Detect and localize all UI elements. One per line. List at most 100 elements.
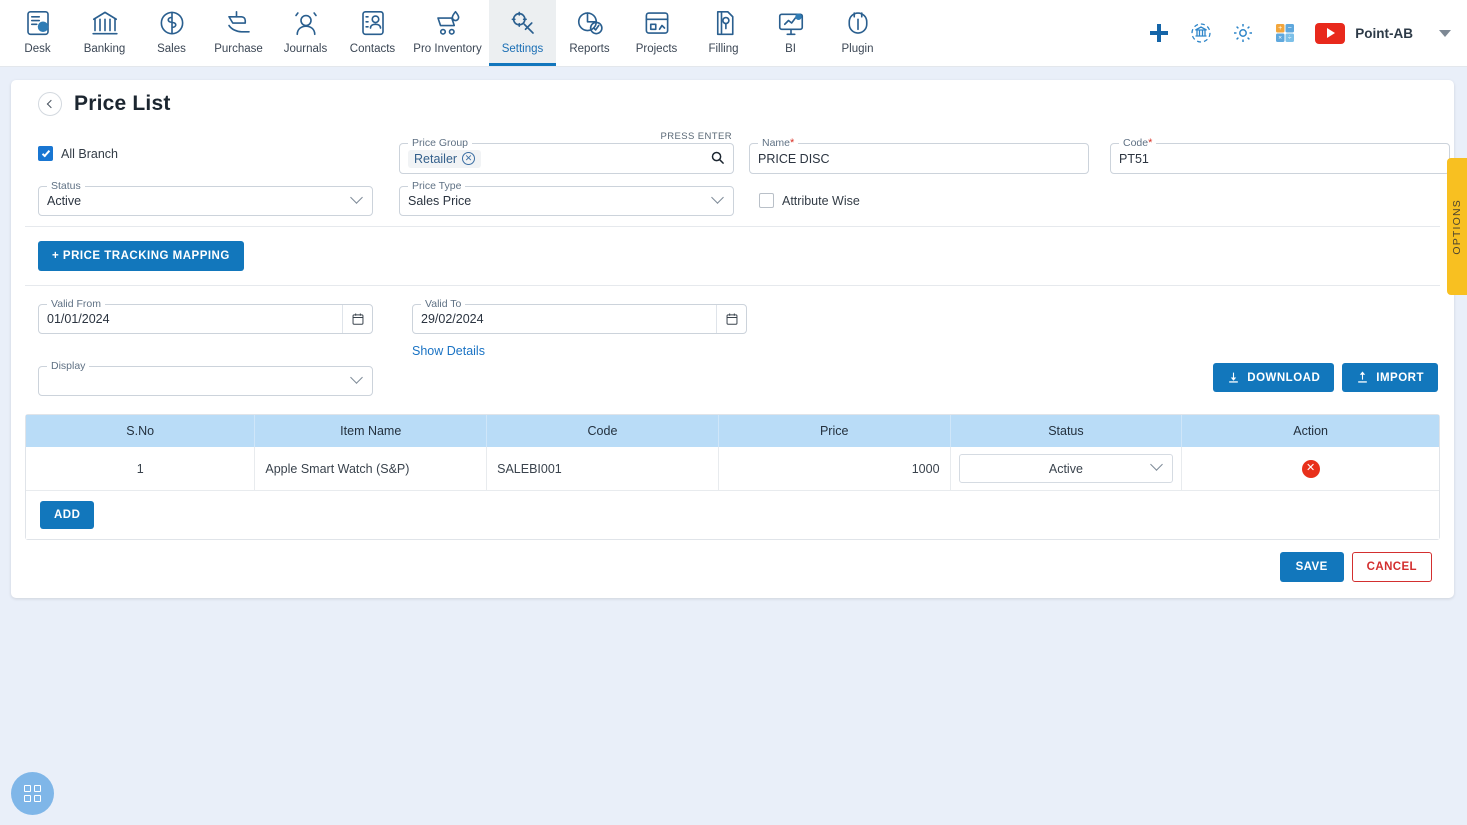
chevron-down-icon[interactable] [350,191,363,207]
nav-item-sales[interactable]: Sales [138,0,205,66]
nav-item-label: Settings [501,43,544,55]
nav-item-plugin[interactable]: Plugin [824,0,891,66]
nav-item-journals[interactable]: Journals [272,0,339,66]
apps-grid-button[interactable] [11,772,54,815]
back-button[interactable] [38,92,62,116]
validity-row: Valid From 01/01/2024 Valid To 29/02/202… [25,286,1440,358]
chevron-down-icon[interactable] [711,191,724,207]
svg-text:+: + [1278,25,1282,32]
download-icon [1229,372,1239,383]
bank-icon [90,6,120,40]
all-branch-label: All Branch [61,146,118,161]
cell-code: SALEBI001 [486,447,719,491]
price-group-chip[interactable]: Retailer ✕ [408,149,482,168]
cell-price: 1000 [718,447,951,491]
form-footer: SAVE CANCEL [25,540,1440,584]
valid-to-field[interactable]: Valid To 29/02/2024 [412,298,747,334]
chevron-down-icon[interactable] [1439,29,1451,37]
table-header-row: S.No Item Name Code Price Status Action [26,415,1439,447]
nav-item-desk[interactable]: Desk [4,0,71,66]
form-row-2: Status Active Price Type Sales Price Att… [25,178,1440,226]
chevron-left-icon [46,99,56,109]
youtube-icon[interactable] [1315,22,1346,44]
nav-item-label: Plugin [841,43,874,55]
delete-icon[interactable]: ✕ [1301,459,1320,478]
import-button[interactable]: IMPORT [1342,363,1438,392]
nav-item-banking[interactable]: Banking [71,0,138,66]
settings-icon [508,6,538,40]
table-row: 1 Apple Smart Watch (S&P) SALEBI001 1000 Act… [26,447,1439,491]
nav-item-label: Pro Inventory [413,43,482,55]
nav-item-label: Purchase [214,43,263,55]
save-button[interactable]: SAVE [1279,552,1344,582]
price-items-table: S.No Item Name Code Price Status Action 1 Appl… [25,414,1440,540]
column-header-status: Status [950,415,1183,447]
purchase-icon [224,6,254,40]
apps-grid-icon [24,785,41,802]
price-type-label: Price Type [408,180,466,192]
nav-item-bi[interactable]: BI [757,0,824,66]
inventory-icon [433,6,463,40]
desk-icon [23,6,53,40]
options-label: OPTIONS [1451,198,1463,255]
nav-item-settings[interactable]: Settings [489,0,556,66]
options-side-tab[interactable]: OPTIONS [1447,158,1467,295]
status-field[interactable]: Status Active [38,180,373,216]
reports-icon [575,6,605,40]
row-status-select[interactable]: Active [958,454,1174,483]
nav-item-label: Reports [569,43,610,55]
download-button[interactable]: DOWNLOAD [1213,363,1335,392]
nav-item-projects[interactable]: Projects [623,0,690,66]
top-navigation-bar: Desk Banking Sales Purchase Journals Contacts… [0,0,1467,67]
bank-refresh-icon[interactable] [1189,21,1213,45]
contacts-icon [358,6,388,40]
gear-icon[interactable] [1231,21,1255,45]
cancel-button[interactable]: CANCEL [1351,552,1432,582]
nav-item-label: Banking [83,43,126,55]
price-type-field[interactable]: Price Type Sales Price [399,180,734,216]
close-icon[interactable]: ✕ [462,152,476,165]
plus-icon[interactable] [1147,21,1171,45]
add-row-bar: ADD [26,491,1439,539]
nav-item-purchase[interactable]: Purchase [205,0,272,66]
price-tracking-mapping-button[interactable]: + PRICE TRACKING MAPPING [38,241,244,271]
calculator-icon[interactable]: + − × ÷ [1273,21,1297,45]
valid-from-field[interactable]: Valid From 01/01/2024 [38,298,373,334]
calendar-icon[interactable] [342,305,372,333]
cell-status: Active [950,447,1183,491]
nav-item-label: Desk [24,43,51,55]
column-header-s-no: S.No [26,415,256,447]
cell-sno: 1 [26,447,256,491]
cell-item-name: Apple Smart Watch (S&P) [254,447,488,491]
add-button[interactable]: ADD [40,501,95,529]
chevron-down-icon[interactable] [1150,458,1164,474]
column-header-code: Code [486,415,719,447]
code-field[interactable]: Code* [1110,137,1450,174]
display-field[interactable]: Display [38,360,373,396]
name-field[interactable]: Name* [749,137,1089,174]
form-row-1: All Branch PRESS ENTER Price Group Retai… [25,124,1450,178]
press-enter-hint: PRESS ENTER [660,131,732,142]
nav-item-label: Projects [635,43,678,55]
nav-item-filling[interactable]: Filling [690,0,757,66]
nav-item-pro-inventory[interactable]: Pro Inventory [406,0,489,66]
all-branch-checkbox[interactable]: All Branch [38,146,118,161]
code-label: Code* [1119,137,1157,149]
price-group-label: Price Group [408,137,473,149]
price-group-field[interactable]: PRESS ENTER Price Group Retailer ✕ [399,131,734,174]
calendar-icon[interactable] [716,305,746,333]
plugin-icon [843,6,873,40]
filling-icon [709,6,739,40]
name-input[interactable] [758,151,1080,166]
name-label: Name* [758,137,799,149]
chevron-down-icon[interactable] [350,371,363,387]
price-tracking-row: + PRICE TRACKING MAPPING [25,227,1440,285]
valid-from-value: 01/01/2024 [47,312,110,326]
nav-item-reports[interactable]: Reports [556,0,623,66]
svg-text:×: × [1279,35,1283,42]
attribute-wise-checkbox[interactable]: Attribute Wise [759,193,860,208]
search-icon[interactable] [710,150,725,170]
nav-item-contacts[interactable]: Contacts [339,0,406,66]
display-row: Display DOWNLOAD IMPORT [25,354,1440,404]
code-input[interactable] [1119,151,1441,166]
